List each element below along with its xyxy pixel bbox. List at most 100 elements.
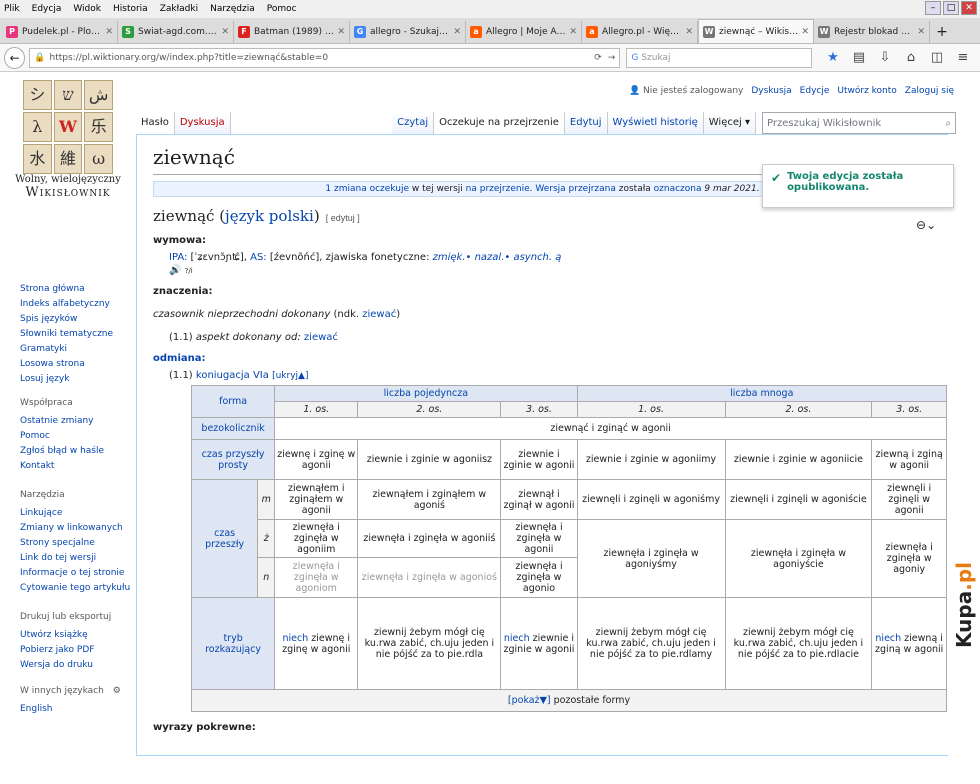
home-icon[interactable]: ⌂ [898, 50, 924, 65]
reviewed-version-link[interactable]: Wersja przejrzana [535, 184, 616, 194]
row-czas-przyszly[interactable]: czas przyszły prosty [190, 439, 276, 480]
browser-tab[interactable]: a Allegro | Moje All... ✕ [466, 21, 582, 43]
sidebar-wspolpraca-item[interactable]: Ostatnie zmiany [20, 414, 104, 429]
close-tab-icon[interactable]: ✕ [337, 27, 345, 37]
tab-wiecej[interactable]: Więcej ▾ [703, 112, 756, 134]
sidebar-druk-item[interactable]: Wersja do druku [20, 658, 111, 673]
menu-edycja[interactable]: Edycja [32, 4, 62, 14]
definition-link[interactable]: ziewać [304, 332, 338, 343]
menu-zakladki[interactable]: Zakładki [160, 4, 198, 14]
phonetic-links[interactable]: zmięk.• nazal.• asynch. ą [433, 252, 562, 263]
close-tab-icon[interactable]: ✕ [569, 27, 577, 37]
sidebar-narzedzia-item[interactable]: Link do tej wersji [20, 551, 130, 566]
hide-toggle[interactable]: [ukryj▲] [272, 371, 308, 381]
minimize-icon[interactable]: – [925, 1, 941, 15]
sidebar-narzedzia-item[interactable]: Zmiany w linkowanych [20, 521, 130, 536]
sidebar-wspolpraca-item[interactable]: Pomoc [20, 429, 104, 444]
sidebar-druk-item[interactable]: Pobierz jako PDF [20, 643, 111, 658]
browser-tab[interactable]: Gallegro - Szukaj w... ✕ [350, 21, 466, 43]
pending-changes-link[interactable]: 1 zmiana oczekuje [325, 184, 409, 194]
search-icon[interactable]: ⌕ [945, 118, 951, 129]
row-tryb[interactable]: tryb rozkazujący [190, 597, 276, 690]
niech-link[interactable]: niech [282, 633, 308, 644]
niech-link[interactable]: niech [504, 633, 530, 644]
gear-icon[interactable]: ⚙ [113, 686, 121, 696]
menu-historia[interactable]: Historia [113, 4, 148, 14]
tab-haslo[interactable]: Hasło [136, 112, 175, 134]
edit-published-notification[interactable]: ✔ Twoja edycja została opublikowana. [762, 164, 954, 208]
close-tab-icon[interactable]: ✕ [453, 27, 461, 37]
close-tab-icon[interactable]: ✕ [221, 27, 229, 37]
sidebar-narzedzia-item[interactable]: Cytowanie tego artykułu [20, 581, 130, 596]
close-tab-icon[interactable]: ✕ [801, 27, 809, 37]
sidebar-wspolpraca-item[interactable]: Kontakt [20, 459, 104, 474]
sidebar-nav-item[interactable]: Losuj język [20, 372, 113, 387]
tab-edytuj[interactable]: Edytuj [564, 112, 608, 134]
ipa-link[interactable]: IPA: [169, 252, 187, 263]
niech-link[interactable]: niech [875, 633, 901, 644]
close-tab-icon[interactable]: ✕ [917, 27, 925, 37]
review-link[interactable]: na przejrzenie [466, 184, 530, 194]
browser-search-input[interactable]: G Szukaj [626, 47, 812, 68]
menu-pomoc[interactable]: Pomoc [267, 4, 297, 14]
tab-historia[interactable]: Wyświetl historię [607, 112, 704, 134]
row-czas-przeszly[interactable]: czas przeszły [190, 479, 259, 598]
new-tab-icon[interactable]: + [930, 21, 954, 43]
edit-section-link[interactable]: [ edytuj ] [326, 213, 360, 223]
sidebar-narzedzia-item[interactable]: Informacje o tej stronie [20, 566, 130, 581]
forward-icon[interactable]: → [608, 53, 616, 63]
personal-edycje[interactable]: Edycje [800, 86, 830, 96]
tab-oczekuje[interactable]: Oczekuje na przejrzenie [434, 112, 565, 134]
browser-tab[interactable]: S Swiat-agd.com.pl... ✕ [118, 21, 234, 43]
close-tab-icon[interactable]: ✕ [685, 27, 693, 37]
close-window-icon[interactable]: ✕ [961, 1, 977, 15]
conjugation-link[interactable]: koniugacja VIa [196, 370, 269, 381]
wiktionary-logo[interactable]: シשش λW乐水維ω Wolny, wielojęzyczny Wikisłown… [14, 80, 122, 270]
sidebar-language-item[interactable]: English [20, 702, 121, 717]
sidebar-nav-item[interactable]: Indeks alfabetyczny [20, 297, 113, 312]
sidebar-nav-item[interactable]: Gramatyki [20, 342, 113, 357]
menu-narzedzia[interactable]: Narzędzia [210, 4, 255, 14]
sidebar-narzedzia-item[interactable]: Strony specjalne [20, 536, 130, 551]
wiki-search-input[interactable]: Przeszukaj Wikisłownik ⌕ [762, 112, 956, 134]
hamburger-menu-icon[interactable]: ≡ [950, 50, 976, 65]
marked-link[interactable]: oznaczona [654, 184, 702, 194]
personal-login[interactable]: Zaloguj się [905, 86, 954, 96]
sidebar-nav-item[interactable]: Losowa strona [20, 357, 113, 372]
th-mn[interactable]: liczba mnoga [576, 385, 948, 402]
back-button[interactable]: ← [4, 46, 26, 69]
audio-help[interactable]: ?/i [185, 267, 193, 275]
sidebar-nav-item[interactable]: Spis języków [20, 312, 113, 327]
maximize-icon[interactable]: □ [943, 1, 959, 15]
row-bezokolicznik[interactable]: bezokolicznik [190, 417, 276, 440]
th-poj[interactable]: liczba pojedyncza [274, 385, 578, 402]
language-link[interactable]: język polski [225, 207, 314, 225]
url-bar[interactable]: 🔒 https://pl.wiktionary.org/w/index.php?… [29, 47, 621, 68]
browser-tab[interactable]: Wziewnąć – Wikisło... ✕ [698, 19, 814, 43]
personal-create-account[interactable]: Utwórz konto [837, 86, 896, 96]
browser-tab[interactable]: a Allegro.pl - Więce... ✕ [582, 21, 698, 43]
reload-icon[interactable]: ⟳ [594, 53, 602, 63]
show-toggle[interactable]: [pokaż▼] [508, 695, 551, 706]
browser-tab[interactable]: W Rejestr blokad – ... ✕ [814, 21, 930, 43]
as-link[interactable]: AS: [250, 252, 267, 263]
options-dropdown[interactable]: ⊖⌄ [916, 218, 946, 234]
sidebar-wspolpraca-item[interactable]: Zgłoś błąd w haśle [20, 444, 104, 459]
personal-dyskusja[interactable]: Dyskusja [751, 86, 791, 96]
reading-list-icon[interactable]: ▤ [846, 50, 872, 65]
pocket-icon[interactable]: ◫ [924, 50, 950, 65]
menu-plik[interactable]: Plik [4, 4, 20, 14]
browser-tab[interactable]: F Batman (1989) - ... ✕ [234, 21, 350, 43]
speaker-icon[interactable]: 🔊 [169, 265, 181, 276]
browser-tab[interactable]: P Pudelek.pl - Plotki... ✕ [2, 21, 118, 43]
sidebar-nav-item[interactable]: Strona główna [20, 282, 113, 297]
sidebar-narzedzia-item[interactable]: Linkujące [20, 506, 130, 521]
sidebar-druk-item[interactable]: Utwórz książkę [20, 628, 111, 643]
ndk-link[interactable]: ziewać [362, 309, 396, 320]
th-forma[interactable]: forma [190, 385, 276, 418]
sidebar-nav-item[interactable]: Słowniki tematyczne [20, 327, 113, 342]
tab-dyskusja[interactable]: Dyskusja [174, 112, 231, 134]
bookmark-star-icon[interactable]: ★ [820, 50, 846, 65]
close-tab-icon[interactable]: ✕ [105, 27, 113, 37]
tab-czytaj[interactable]: Czytaj [392, 112, 435, 134]
